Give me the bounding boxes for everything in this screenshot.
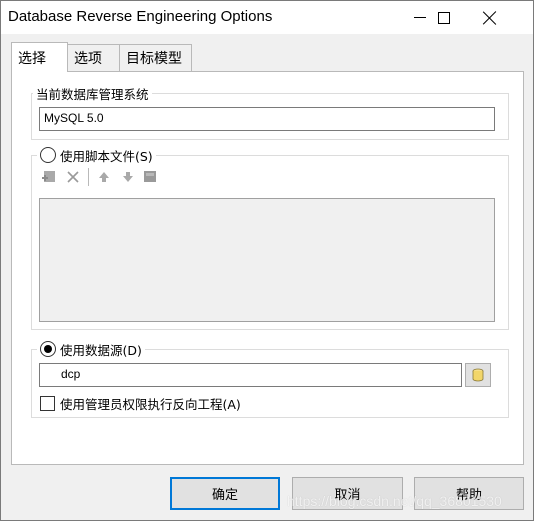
database-icon [472,368,484,382]
admin-checkbox-wrap[interactable]: 使用管理员权限执行反向工程(A) [37,394,244,412]
datasource-label: 使用数据源(D) [60,342,142,358]
script-file-radio[interactable] [40,147,56,163]
title-bar[interactable]: Database Reverse Engineering Options [1,1,533,34]
browse-datasource-button[interactable] [465,363,491,387]
tab-label: 目标模型 [126,51,182,67]
add-file-icon [41,169,57,185]
delete-icon [65,169,81,185]
maximize-button[interactable] [421,1,467,34]
datasource-radio[interactable] [40,341,56,357]
tab-select[interactable]: 选择 [11,42,68,72]
ok-button[interactable]: 确定 [170,477,280,510]
move-down-icon [120,169,136,185]
ok-button-label: 确定 [211,488,238,503]
datasource-radio-wrap[interactable]: 使用数据源(D) [37,340,145,358]
script-radio-wrap[interactable]: 使用脚本文件(S) [37,146,156,164]
move-up-icon [96,169,112,185]
datasource-field[interactable]: dcp [39,363,462,387]
dbms-group-label: 当前数据库管理系统 [33,85,152,102]
close-icon [483,11,497,25]
close-button[interactable] [467,1,513,34]
script-file-label: 使用脚本文件(S) [60,148,153,164]
tab-target-model[interactable]: 目标模型 [119,44,192,71]
dbms-field: MySQL 5.0 [39,107,495,131]
window-title: Database Reverse Engineering Options [8,8,273,25]
script-file-list[interactable] [39,198,495,322]
tab-panel-select: 当前数据库管理系统 MySQL 5.0 使用脚本文件(S) 使用数据源(D) d… [11,71,524,465]
tab-label: 选择 [18,50,46,67]
tab-label: 选项 [74,51,102,67]
tab-options[interactable]: 选项 [67,44,120,71]
datasource-value: dcp [61,367,81,381]
maximize-icon [438,11,450,24]
toolbar-separator [88,168,89,186]
admin-checkbox-label: 使用管理员权限执行反向工程(A) [60,396,241,412]
admin-checkbox[interactable] [40,395,55,411]
dialog-window: Database Reverse Engineering Options 选择 … [0,0,534,521]
watermark-text: https://blog.csdn.net/qq_36801530 [287,493,502,509]
open-folder-icon [142,169,158,185]
